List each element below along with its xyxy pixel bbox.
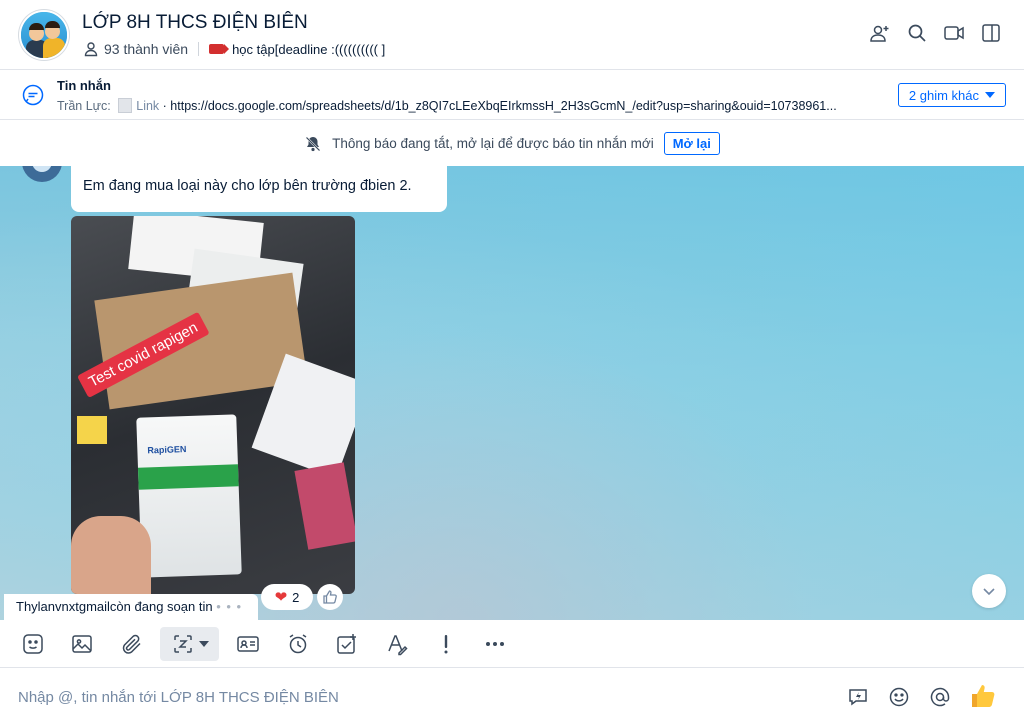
sticker-icon[interactable] [20,627,46,661]
typing-text: Thylanvnxtgmailcòn đang soạn tin [16,599,213,614]
group-avatar[interactable] [19,10,69,60]
task-icon[interactable] [334,627,360,661]
quick-message-icon[interactable] [846,685,870,709]
pinned-title: Tin nhắn [57,78,111,93]
chat-header: LỚP 8H THCS ĐIỆN BIÊN 93 thành viên học … [0,0,1024,70]
sidebar-toggle-icon[interactable] [980,22,1002,44]
thumbs-up-outline-icon [323,590,337,604]
pinned-messages-bar[interactable]: Tin nhắn Trần Lực: Link · https://docs.g… [0,70,1024,120]
pinned-link[interactable]: · https://docs.google.com/spreadsheets/d… [163,99,837,113]
message-icon [22,84,44,106]
header-actions [869,22,1002,44]
typing-dots: • • • [216,599,243,614]
contact-card-icon[interactable] [235,627,261,661]
notification-text: Thông báo đang tắt, mở lại để được báo t… [332,136,654,151]
pinned-content[interactable]: Trần Lực: Link · https://docs.google.com… [57,98,872,113]
typing-indicator: Thylanvnxtgmailcòn đang soạn tin • • • [4,594,258,620]
image-icon[interactable] [69,627,95,661]
muted-bell-icon [305,136,321,151]
search-icon[interactable] [906,22,928,44]
composer-toolbar [0,620,1024,668]
group-meta: 93 thành viên học tập[deadline :((((((((… [83,41,385,57]
important-icon[interactable] [433,627,459,661]
emoji-icon[interactable] [887,685,911,709]
chat-area[interactable]: Em đang mua loại này cho lớp bên trường … [0,166,1024,620]
mention-icon[interactable] [928,685,952,709]
pinned-sender: Trần Lực: [57,99,111,113]
sender-avatar[interactable] [22,166,62,182]
message-input[interactable] [18,683,798,711]
message-image[interactable]: RapiGEN Test covid rapigen [71,216,355,594]
format-text-icon[interactable] [384,627,410,661]
message-text: Em đang mua loại này cho lớp bên trường … [83,178,412,194]
divider [198,42,200,56]
thumbs-up-icon[interactable] [969,682,997,710]
like-reaction-button[interactable] [317,584,343,610]
group-title[interactable]: LỚP 8H THCS ĐIỆN BIÊN [82,12,308,34]
member-icon [84,42,98,57]
tag-icon [209,44,230,54]
attachment-icon[interactable] [119,627,145,661]
caret-down-icon[interactable] [198,641,209,647]
notification-banner: Thông báo đang tắt, mở lại để được báo t… [0,121,1024,166]
message-bubble[interactable]: Em đang mua loại này cho lớp bên trường … [71,166,447,212]
pinned-link-label: Link [136,99,160,113]
heart-icon: ❤ [274,588,288,606]
reopen-notifications-button[interactable]: Mở lại [663,132,720,155]
scroll-down-button[interactable] [972,574,1006,608]
member-count[interactable]: 93 thành viên [104,41,188,57]
more-pins-label: 2 ghim khác [908,87,979,103]
screenshot-icon[interactable] [160,627,219,661]
add-member-icon[interactable] [869,22,891,44]
link-thumbnail [118,98,133,113]
reaction-count[interactable]: ❤ 2 [261,584,313,610]
image-brand-text: RapiGEN [147,444,187,456]
group-tag[interactable]: học tập[deadline :(((((((((( ] [232,42,385,57]
caret-down-icon [985,92,995,98]
more-pins-button[interactable]: 2 ghim khác [897,83,1006,107]
more-icon[interactable] [482,627,508,661]
video-call-icon[interactable] [943,22,965,44]
message-composer [0,669,1024,725]
reminder-icon[interactable] [285,627,311,661]
reaction-number: 2 [292,589,300,605]
chevron-down-icon [983,588,995,596]
